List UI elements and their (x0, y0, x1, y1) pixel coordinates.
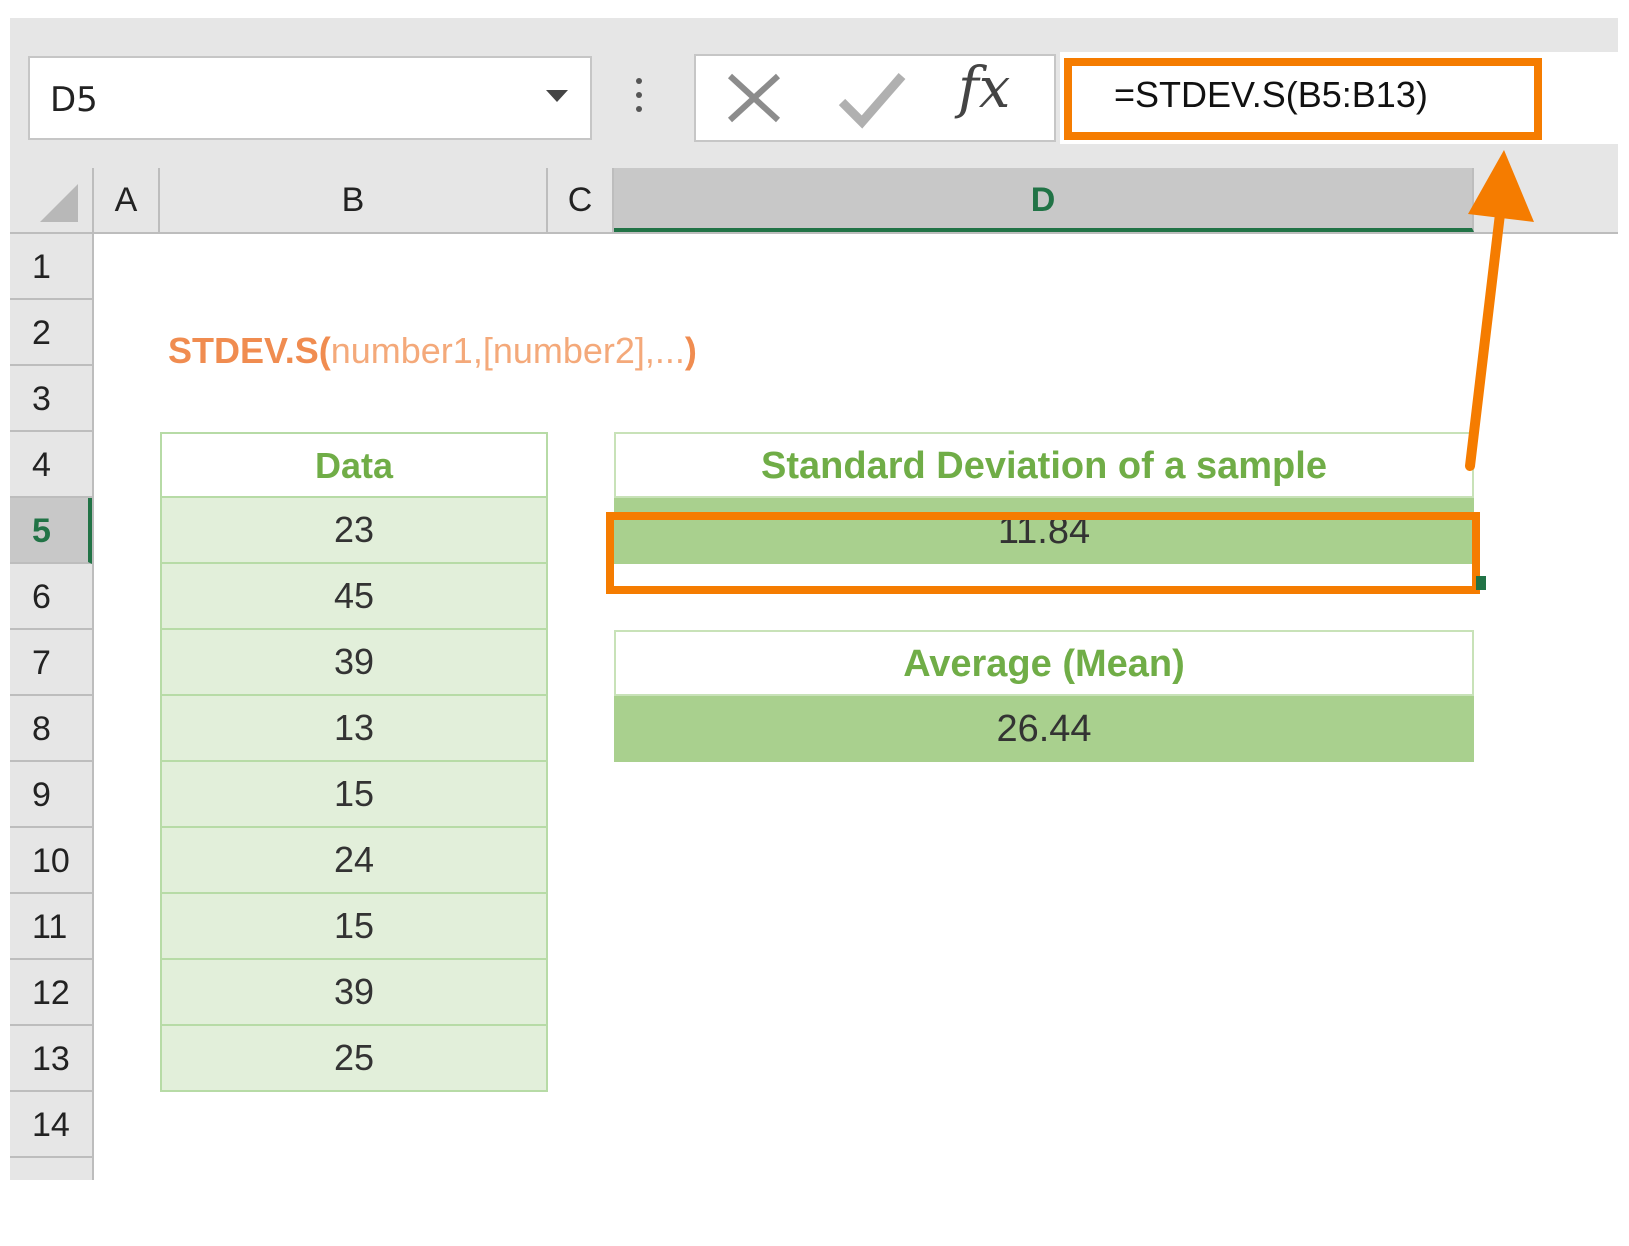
column-header-row: A B C D (10, 168, 1618, 234)
select-all-button[interactable] (10, 168, 94, 232)
name-box[interactable]: D5 (28, 56, 592, 140)
data-cell[interactable]: 39 (160, 960, 548, 1026)
data-cell[interactable]: 24 (160, 828, 548, 894)
formula-input[interactable]: =STDEV.S(B5:B13) (1060, 52, 1618, 144)
row-header-8[interactable]: 8 (10, 696, 92, 762)
row-header-7[interactable]: 7 (10, 630, 92, 696)
data-cell[interactable]: 25 (160, 1026, 548, 1092)
row-header-6[interactable]: 6 (10, 564, 92, 630)
row-header-14[interactable]: 14 (10, 1092, 92, 1158)
column-header-c[interactable]: C (548, 168, 614, 232)
data-cell[interactable]: 13 (160, 696, 548, 762)
row-header-2[interactable]: 2 (10, 300, 92, 366)
data-table: Data 23 45 39 13 15 24 15 39 25 (160, 432, 548, 1092)
data-cell[interactable]: 15 (160, 762, 548, 828)
row-header-4[interactable]: 4 (10, 432, 92, 498)
average-value-cell[interactable]: 26.44 (614, 696, 1474, 762)
row-header-11[interactable]: 11 (10, 894, 92, 960)
name-box-value: D5 (50, 80, 98, 120)
row-header-13[interactable]: 13 (10, 1026, 92, 1092)
average-block: Average (Mean) 26.44 (614, 630, 1474, 762)
syntax-note[interactable]: STDEV.S(number1,[number2],...) (168, 330, 697, 372)
fx-icon[interactable]: fx (958, 56, 1010, 121)
data-cell[interactable]: 45 (160, 564, 548, 630)
formula-buttons: fx (694, 54, 1056, 142)
syntax-closing: ) (684, 330, 697, 371)
average-header-cell[interactable]: Average (Mean) (614, 630, 1474, 696)
syntax-arguments: number1,[number2],... (330, 330, 685, 371)
data-cell[interactable]: 39 (160, 630, 548, 696)
row-header-5[interactable]: 5 (10, 498, 92, 564)
dropdown-arrow-icon[interactable] (546, 90, 568, 102)
std-dev-value-cell[interactable]: 11.84 (614, 498, 1474, 564)
more-options-icon[interactable] (636, 78, 642, 118)
data-cell[interactable]: 15 (160, 894, 548, 960)
row-header-9[interactable]: 9 (10, 762, 92, 828)
cell-grid[interactable]: STDEV.S(number1,[number2],...) Data 23 4… (94, 234, 1618, 1228)
formula-bar: D5 fx =STDEV.S(B5:B13) (10, 18, 1618, 180)
row-header-10[interactable]: 10 (10, 828, 92, 894)
column-header-a[interactable]: A (94, 168, 160, 232)
column-header-b[interactable]: B (160, 168, 548, 232)
row-header-12[interactable]: 12 (10, 960, 92, 1026)
check-icon[interactable] (836, 70, 908, 130)
spreadsheet-window: D5 fx =STDEV.S(B5:B13) A B C D 1 2 3 4 5… (10, 18, 1618, 1228)
fill-handle[interactable] (1476, 576, 1486, 590)
formula-text: =STDEV.S(B5:B13) (1114, 74, 1428, 115)
data-cell[interactable]: 23 (160, 498, 548, 564)
close-icon[interactable] (724, 70, 784, 126)
column-header-d[interactable]: D (614, 168, 1474, 232)
row-header-column: 1 2 3 4 5 6 7 8 9 10 11 12 13 14 (10, 234, 94, 1180)
row-header-1[interactable]: 1 (10, 234, 92, 300)
select-all-icon (40, 184, 78, 222)
std-dev-block: Standard Deviation of a sample 11.84 (614, 432, 1474, 564)
row-header-3[interactable]: 3 (10, 366, 92, 432)
std-dev-header-cell[interactable]: Standard Deviation of a sample (614, 432, 1474, 498)
data-header-cell[interactable]: Data (160, 432, 548, 498)
syntax-function: STDEV.S( (168, 330, 331, 371)
